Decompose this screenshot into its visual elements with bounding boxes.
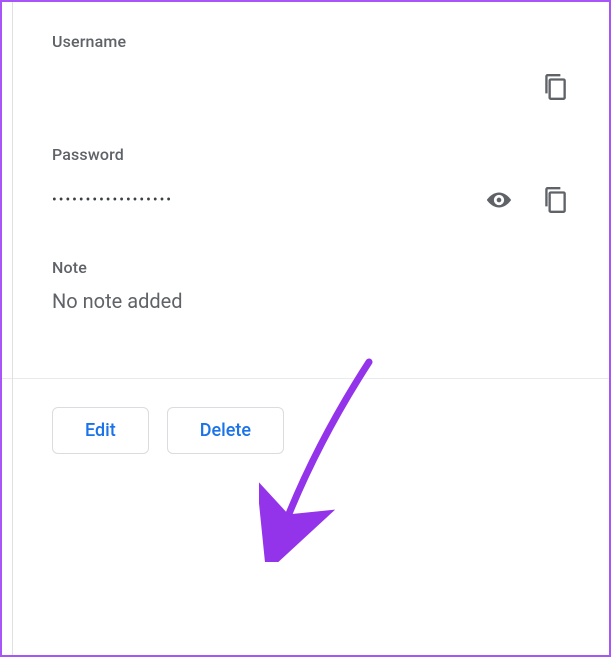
delete-button[interactable]: Delete — [167, 407, 284, 454]
password-section: Password •••••••••••••••••• — [52, 145, 569, 228]
password-details-panel: Username Password •••••••••••••••••• — [0, 0, 611, 657]
copy-username-button[interactable] — [541, 73, 569, 101]
username-row — [52, 59, 569, 115]
action-buttons: Edit Delete — [52, 379, 569, 454]
edit-button[interactable]: Edit — [52, 407, 149, 454]
username-label: Username — [52, 32, 569, 51]
note-label: Note — [52, 258, 569, 277]
username-section: Username — [52, 32, 569, 115]
note-section: Note No note added — [52, 258, 569, 313]
eye-icon — [485, 189, 513, 211]
copy-icon — [542, 72, 568, 102]
password-row: •••••••••••••••••• — [52, 172, 569, 228]
password-label: Password — [52, 145, 569, 164]
copy-icon — [542, 185, 568, 215]
content-area: Username Password •••••••••••••••••• — [2, 2, 609, 454]
left-rule — [12, 2, 13, 655]
note-placeholder: No note added — [52, 289, 569, 313]
password-icons — [485, 186, 569, 214]
copy-password-button[interactable] — [541, 186, 569, 214]
password-value-masked: •••••••••••••••••• — [52, 192, 485, 208]
show-password-button[interactable] — [485, 186, 513, 214]
username-icons — [541, 73, 569, 101]
